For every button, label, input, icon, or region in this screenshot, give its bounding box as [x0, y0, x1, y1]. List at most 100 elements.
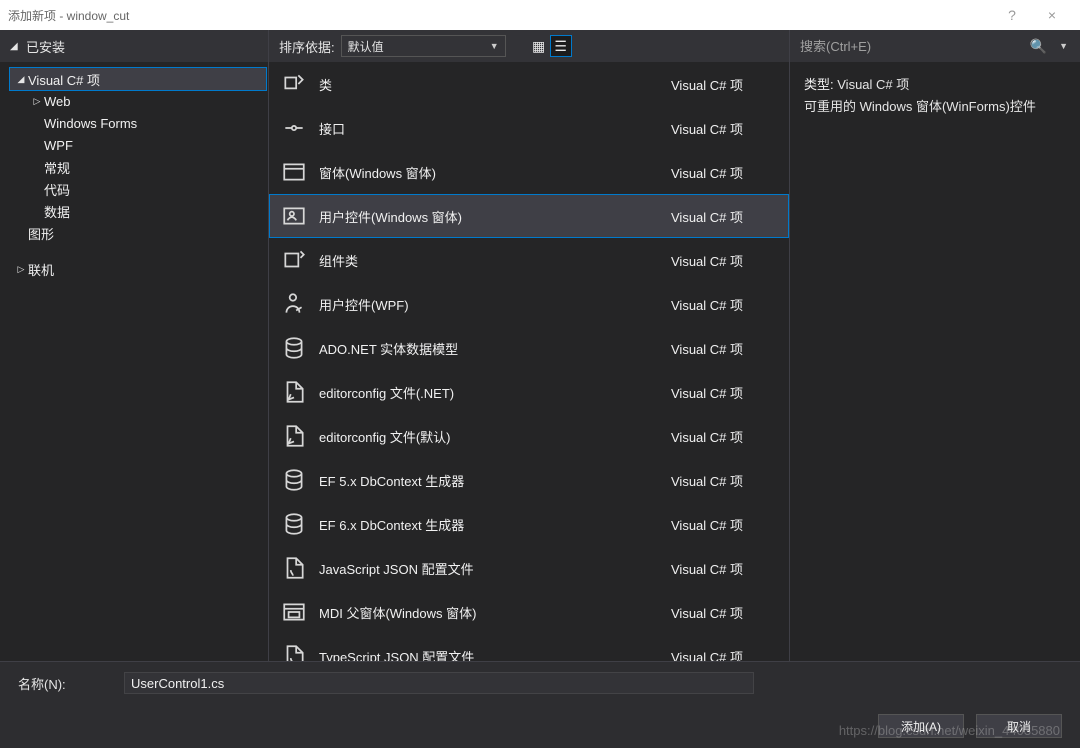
- details-panel: 🔍 ▼ 类型: Visual C# 项 可重用的 Windows 窗体(WinF…: [790, 30, 1080, 661]
- sort-combo[interactable]: 默认值 ▼: [341, 35, 506, 57]
- template-name: 窗体(Windows 窗体): [319, 163, 671, 182]
- tree-item-label: Visual C# 项: [28, 70, 100, 89]
- tree-item[interactable]: WPF: [10, 134, 266, 156]
- template-type: Visual C# 项: [671, 163, 781, 182]
- editorconfig-icon: [277, 377, 311, 407]
- template-row[interactable]: 类Visual C# 项: [269, 62, 789, 106]
- template-type: Visual C# 项: [671, 251, 781, 270]
- window-title: 添加新项 - window_cut: [8, 7, 992, 24]
- tree-item-label: 常规: [44, 158, 70, 177]
- template-toolbar: 排序依据: 默认值 ▼ ▦ ☰: [269, 30, 789, 62]
- template-type: Visual C# 项: [671, 647, 781, 662]
- tree-item-label: WPF: [44, 138, 73, 153]
- footer: 名称(N): https://blog.csdn.net/weixin_4403…: [0, 661, 1080, 748]
- template-name: TypeScript JSON 配置文件: [319, 647, 671, 662]
- chevron-right-icon: ▷: [30, 96, 44, 107]
- search-input[interactable]: [796, 35, 1024, 57]
- detail-description: 可重用的 Windows 窗体(WinForms)控件: [804, 96, 1066, 118]
- cancel-button[interactable]: 取消: [976, 714, 1062, 738]
- editorconfig-icon: [277, 421, 311, 451]
- template-row[interactable]: JavaScript JSON 配置文件Visual C# 项: [269, 546, 789, 590]
- template-name: 用户控件(WPF): [319, 295, 671, 314]
- template-type: Visual C# 项: [671, 207, 781, 226]
- chevron-down-icon: ◢: [10, 41, 20, 52]
- tree-item[interactable]: Windows Forms: [10, 112, 266, 134]
- template-name: 用户控件(Windows 窗体): [319, 207, 671, 226]
- interface-icon: [277, 113, 311, 143]
- ef-icon: [277, 509, 311, 539]
- template-row[interactable]: MDI 父窗体(Windows 窗体)Visual C# 项: [269, 590, 789, 634]
- chevron-right-icon: ▷: [14, 264, 28, 275]
- template-list[interactable]: 类Visual C# 项接口Visual C# 项窗体(Windows 窗体)V…: [269, 62, 789, 661]
- detail-type-value: Visual C# 项: [837, 77, 909, 92]
- template-name: 接口: [319, 119, 671, 138]
- chevron-down-icon: ◢: [14, 74, 28, 85]
- sort-label: 排序依据:: [279, 37, 335, 56]
- template-type: Visual C# 项: [671, 339, 781, 358]
- tree-item-label: 联机: [28, 260, 54, 279]
- tree-item[interactable]: ▷联机: [10, 258, 266, 280]
- template-name: ADO.NET 实体数据模型: [319, 339, 671, 358]
- template-type: Visual C# 项: [671, 427, 781, 446]
- tree-item[interactable]: ▷Web: [10, 90, 266, 112]
- component-icon: [277, 245, 311, 275]
- template-type: Visual C# 项: [671, 295, 781, 314]
- tree-item-label: 数据: [44, 202, 70, 221]
- titlebar: 添加新项 - window_cut ? ×: [0, 0, 1080, 30]
- ef-icon: [277, 465, 311, 495]
- name-label: 名称(N):: [18, 674, 108, 693]
- tree-item-label: Windows Forms: [44, 116, 137, 131]
- template-row[interactable]: 接口Visual C# 项: [269, 106, 789, 150]
- installed-header-label: 已安装: [26, 37, 65, 56]
- template-name: EF 5.x DbContext 生成器: [319, 471, 671, 490]
- tree-item-label: Web: [44, 94, 71, 109]
- template-row[interactable]: EF 6.x DbContext 生成器Visual C# 项: [269, 502, 789, 546]
- mdi-icon: [277, 597, 311, 627]
- template-row[interactable]: TypeScript JSON 配置文件Visual C# 项: [269, 634, 789, 661]
- json-icon: [277, 641, 311, 661]
- view-list-button[interactable]: ☰: [550, 35, 572, 57]
- template-type: Visual C# 项: [671, 603, 781, 622]
- add-button[interactable]: 添加(A): [878, 714, 964, 738]
- template-row[interactable]: 组件类Visual C# 项: [269, 238, 789, 282]
- template-name: MDI 父窗体(Windows 窗体): [319, 603, 671, 622]
- template-panel: 排序依据: 默认值 ▼ ▦ ☰ 类Visual C# 项接口Visual C# …: [268, 30, 790, 661]
- sort-value: 默认值: [348, 38, 384, 55]
- category-tree: ◢Visual C# 项▷WebWindows FormsWPF常规代码数据图形…: [0, 62, 268, 280]
- view-tiles-button[interactable]: ▦: [528, 35, 550, 57]
- json-icon: [277, 553, 311, 583]
- tree-item[interactable]: 数据: [10, 200, 266, 222]
- template-type: Visual C# 项: [671, 471, 781, 490]
- tree-item-label: 代码: [44, 180, 70, 199]
- template-row[interactable]: 用户控件(Windows 窗体)Visual C# 项: [269, 194, 789, 238]
- template-type: Visual C# 项: [671, 75, 781, 94]
- close-button[interactable]: ×: [1032, 7, 1072, 23]
- form-icon: [277, 157, 311, 187]
- search-icon[interactable]: 🔍: [1024, 38, 1053, 55]
- template-name: editorconfig 文件(默认): [319, 427, 671, 446]
- template-type: Visual C# 项: [671, 559, 781, 578]
- help-button[interactable]: ?: [992, 7, 1032, 23]
- tree-item[interactable]: 代码: [10, 178, 266, 200]
- detail-type-row: 类型: Visual C# 项: [804, 74, 1066, 96]
- detail-type-prefix: 类型:: [804, 77, 834, 92]
- chevron-down-icon: ▼: [490, 41, 499, 51]
- tree-item[interactable]: 常规: [10, 156, 266, 178]
- search-dropdown-icon[interactable]: ▼: [1053, 41, 1074, 51]
- template-row[interactable]: 窗体(Windows 窗体)Visual C# 项: [269, 150, 789, 194]
- template-row[interactable]: editorconfig 文件(默认)Visual C# 项: [269, 414, 789, 458]
- tree-item[interactable]: ◢Visual C# 项: [10, 68, 266, 90]
- installed-header[interactable]: ◢ 已安装: [0, 30, 268, 62]
- template-row[interactable]: ADO.NET 实体数据模型Visual C# 项: [269, 326, 789, 370]
- template-row[interactable]: 用户控件(WPF)Visual C# 项: [269, 282, 789, 326]
- template-row[interactable]: EF 5.x DbContext 生成器Visual C# 项: [269, 458, 789, 502]
- usercontrol-icon: [277, 201, 311, 231]
- tree-item[interactable]: 图形: [10, 222, 266, 244]
- tree-item-label: 图形: [28, 224, 54, 243]
- template-name: EF 6.x DbContext 生成器: [319, 515, 671, 534]
- template-row[interactable]: editorconfig 文件(.NET)Visual C# 项: [269, 370, 789, 414]
- name-input[interactable]: [124, 672, 754, 694]
- search-bar: 🔍 ▼: [790, 30, 1080, 62]
- installed-panel: ◢ 已安装 ◢Visual C# 项▷WebWindows FormsWPF常规…: [0, 30, 268, 661]
- template-type: Visual C# 项: [671, 515, 781, 534]
